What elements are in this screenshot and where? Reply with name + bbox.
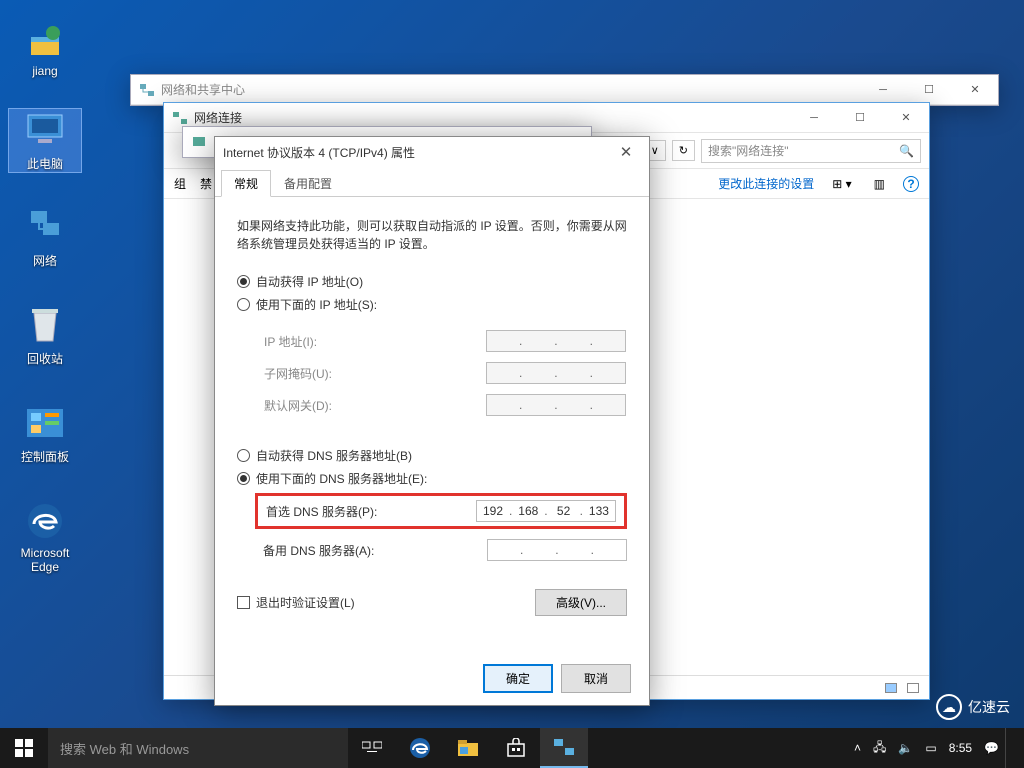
description-text: 如果网络支持此功能，则可以获取自动指派的 IP 设置。否则，你需要从网络系统管理…	[237, 217, 627, 253]
radio-use-dns[interactable]: 使用下面的 DNS 服务器地址(E):	[237, 470, 627, 487]
maximize-button[interactable]: ☐	[837, 103, 883, 133]
window-title: 网络和共享中心	[161, 81, 245, 98]
checkbox-validate-on-exit[interactable]: 退出时验证设置(L)	[237, 594, 355, 611]
desktop-icon-label: jiang	[32, 64, 57, 78]
desktop-icon-label: 回收站	[27, 352, 63, 366]
field-ip-address: IP 地址(I): ...	[264, 330, 626, 352]
desktop-icon-label: 网络	[33, 254, 57, 268]
tray-network-icon[interactable]: 🖧	[867, 738, 892, 759]
radio-dot-icon	[237, 449, 250, 462]
toolbar-organize[interactable]: 组	[174, 175, 186, 192]
network-center-icon	[139, 82, 155, 98]
desktop-icon-user[interactable]: jiang	[8, 18, 82, 78]
taskbar: 搜索 Web 和 Windows ˄ 🖧 🔈 ▭ 8:55 💬	[0, 728, 1024, 768]
tray-notifications-icon[interactable]: 💬	[978, 741, 1005, 755]
tray-chevron-up-icon[interactable]: ˄	[848, 741, 867, 755]
system-tray: ˄ 🖧 🔈 ▭ 8:55 💬	[848, 728, 1024, 768]
window-title: 网络连接	[194, 109, 242, 126]
toolbar-change-settings[interactable]: 更改此连接的设置	[718, 175, 814, 192]
radio-auto-ip[interactable]: 自动获得 IP 地址(O)	[237, 273, 627, 290]
tray-volume-icon[interactable]: 🔈	[892, 741, 919, 755]
tray-ime-icon[interactable]: ▭	[919, 741, 942, 755]
minimize-button[interactable]: ─	[791, 103, 837, 133]
taskbar-search-input[interactable]: 搜索 Web 和 Windows	[48, 728, 348, 768]
field-subnet-mask: 子网掩码(U): ...	[264, 362, 626, 384]
ethernet-icon	[191, 134, 207, 150]
view-details-button[interactable]: ▥	[870, 177, 889, 191]
field-alt-dns: 备用 DNS 服务器(A): ...	[263, 539, 627, 561]
start-button[interactable]	[0, 728, 48, 768]
close-button[interactable]: ✕	[952, 75, 998, 105]
taskbar-app-network-connections[interactable]	[540, 728, 588, 768]
subnet-mask-input: ...	[486, 362, 626, 384]
search-icon: 🔍	[899, 144, 914, 158]
highlight-preferred-dns: 首选 DNS 服务器(P): 192. 168. 52. 133	[255, 493, 627, 529]
show-desktop-button[interactable]	[1005, 728, 1018, 768]
desktop-icon-label: 此电脑	[27, 157, 63, 171]
desktop-icon-network[interactable]: 网络	[8, 206, 82, 269]
view-icons-button[interactable]: ⊞ ▾	[828, 177, 855, 191]
ip-address-input: ...	[486, 330, 626, 352]
taskbar-app-edge[interactable]	[396, 728, 444, 768]
cloud-icon: ☁	[936, 694, 962, 720]
close-button[interactable]: ✕	[603, 137, 649, 167]
toolbar-disable[interactable]: 禁	[200, 175, 212, 192]
preferred-dns-input[interactable]: 192. 168. 52. 133	[476, 500, 616, 522]
default-gateway-input: ...	[486, 394, 626, 416]
view-details[interactable]	[907, 683, 919, 693]
alternate-dns-input[interactable]: ...	[487, 539, 627, 561]
advanced-button[interactable]: 高级(V)...	[535, 589, 627, 616]
radio-dot-icon	[237, 275, 250, 288]
refresh-button[interactable]: ↻	[672, 140, 695, 161]
task-view-button[interactable]	[348, 728, 396, 768]
minimize-button[interactable]: ─	[860, 75, 906, 105]
desktop-icon-recycle-bin[interactable]: 回收站	[8, 304, 82, 367]
network-connections-icon	[172, 110, 188, 126]
dialog-title: Internet 协议版本 4 (TCP/IPv4) 属性	[223, 144, 415, 161]
taskbar-app-explorer[interactable]	[444, 728, 492, 768]
radio-auto-dns[interactable]: 自动获得 DNS 服务器地址(B)	[237, 447, 627, 464]
desktop-icon-label: 控制面板	[21, 450, 69, 464]
radio-dot-icon	[237, 298, 250, 311]
radio-dot-icon	[237, 472, 250, 485]
ok-button[interactable]: 确定	[483, 664, 553, 693]
close-button[interactable]: ✕	[883, 103, 929, 133]
cancel-button[interactable]: 取消	[561, 664, 631, 693]
desktop-icon-control-panel[interactable]: 控制面板	[8, 402, 82, 465]
tab-strip: 常规 备用配置	[215, 169, 649, 197]
tab-general[interactable]: 常规	[221, 170, 271, 197]
field-default-gateway: 默认网关(D): ...	[264, 394, 626, 416]
search-input[interactable]: 搜索"网络连接" 🔍	[701, 139, 921, 163]
desktop-icon-label: Microsoft Edge	[21, 546, 70, 574]
taskbar-app-store[interactable]	[492, 728, 540, 768]
watermark: ☁ 亿速云	[936, 694, 1010, 720]
maximize-button[interactable]: ☐	[906, 75, 952, 105]
desktop-icon-this-pc[interactable]: 此电脑	[8, 108, 82, 173]
desktop-icon-edge[interactable]: Microsoft Edge	[8, 500, 82, 574]
view-large-icons[interactable]	[885, 683, 897, 693]
help-button[interactable]: ?	[903, 176, 919, 192]
checkbox-icon	[237, 596, 250, 609]
dialog-ipv4-properties[interactable]: Internet 协议版本 4 (TCP/IPv4) 属性 ✕ 常规 备用配置 …	[214, 136, 650, 706]
tray-clock[interactable]: 8:55	[943, 741, 978, 755]
tab-alternate[interactable]: 备用配置	[271, 170, 345, 197]
radio-use-ip[interactable]: 使用下面的 IP 地址(S):	[237, 296, 627, 313]
